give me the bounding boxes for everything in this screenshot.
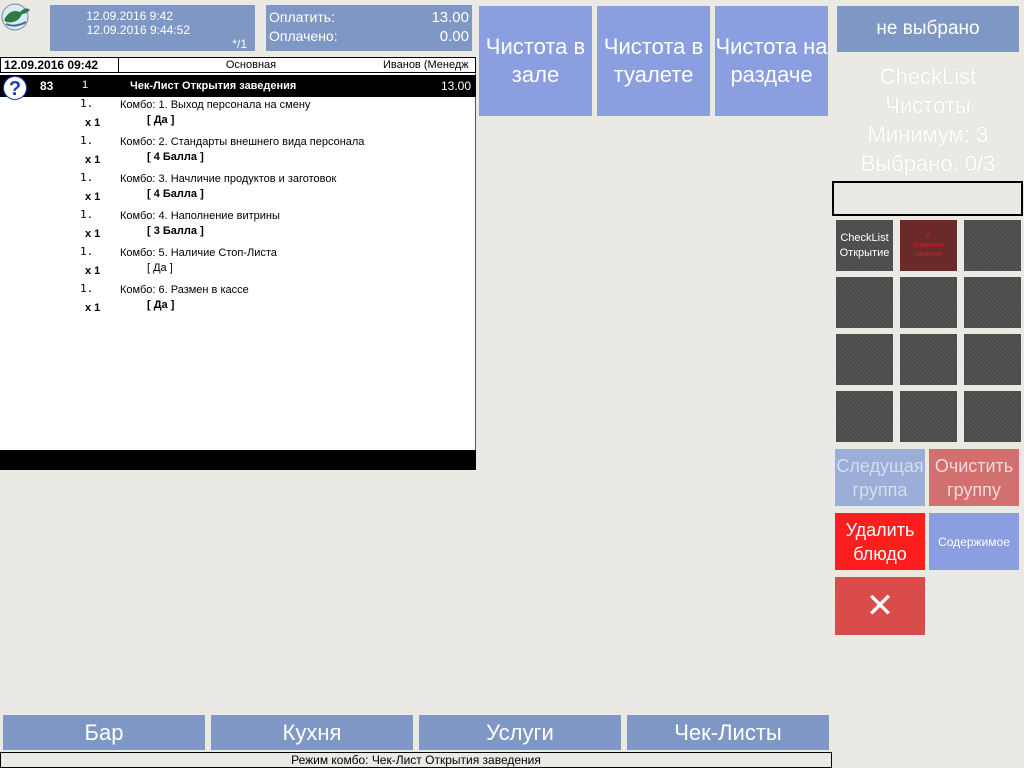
paid-label: Оплачено: bbox=[269, 28, 338, 44]
combo-item-qty: x 1 bbox=[85, 191, 101, 203]
tab-checklists[interactable]: Чек-Листы bbox=[627, 715, 829, 750]
delete-dish-button[interactable]: Удалить блюдо bbox=[835, 513, 925, 570]
next-group-button[interactable]: Следущая группа bbox=[835, 449, 925, 506]
combo-item[interactable]: 1. Комбо: 5. Наличие Стоп-Листа x 1 [ Да… bbox=[0, 245, 476, 282]
combo-item-name: Комбо: 5. Наличие Стоп-Листа bbox=[120, 247, 277, 259]
availability-line1: Р bbox=[926, 233, 931, 240]
empty-grid-button[interactable] bbox=[900, 334, 957, 385]
empty-grid-button[interactable] bbox=[964, 391, 1021, 442]
current-time: 12.09.2016 9:44:52 bbox=[86, 23, 190, 37]
checklist-open-line1: CheckList bbox=[840, 231, 889, 244]
paid-value: 0.00 bbox=[439, 28, 469, 45]
tab-bar[interactable]: Бар bbox=[3, 715, 205, 750]
order-footer-bar bbox=[0, 450, 476, 470]
availability-line3: наличие bbox=[914, 251, 943, 258]
checklist-minimum: Минимум: 3 bbox=[867, 122, 989, 147]
empty-grid-button[interactable] bbox=[964, 334, 1021, 385]
category-counter-cleanliness-button[interactable]: Чистота на раздаче bbox=[715, 6, 828, 116]
empty-grid-button[interactable] bbox=[964, 220, 1021, 271]
combo-item[interactable]: 1. Комбо: 4. Наполнение витрины x 1 [ 3 … bbox=[0, 208, 476, 245]
combo-item-name: Комбо: 6. Размен в кассе bbox=[120, 284, 249, 296]
checklist-subtitle: Чистоты bbox=[885, 93, 971, 118]
payment-panel: Оплатить: 13.00 Оплачено: 0.00 bbox=[266, 5, 472, 51]
combo-item-number: 1. bbox=[80, 245, 94, 258]
combo-item-name: Комбо: 3. Начличие продуктов и заготовок bbox=[120, 173, 337, 185]
combo-item-value: [ 4 Балла ] bbox=[147, 151, 204, 163]
combo-item-qty: x 1 bbox=[85, 265, 101, 277]
dish-qty: 1 bbox=[82, 79, 89, 91]
combo-item-qty: x 1 bbox=[85, 154, 101, 166]
app-logo bbox=[0, 0, 34, 34]
combo-item[interactable]: 1. Комбо: 6. Размен в кассе x 1 [ Да ] bbox=[0, 282, 476, 319]
combo-item[interactable]: 1. Комбо: 2. Стандарты внешнего вида пер… bbox=[0, 134, 476, 171]
order-open-time: 12.09.2016 9:42 bbox=[86, 9, 173, 23]
combo-item-value: [ 4 Балла ] bbox=[147, 188, 204, 200]
order-header: 12.09.2016 09:42 Основная Иванов (Менедж bbox=[0, 57, 476, 73]
order-panel[interactable]: 12.09.2016 09:42 Основная Иванов (Менедж… bbox=[0, 57, 476, 470]
order-date: 12.09.2016 09:42 bbox=[1, 58, 119, 72]
empty-grid-button[interactable] bbox=[836, 334, 893, 385]
tab-kitchen[interactable]: Кухня bbox=[211, 715, 413, 750]
content-button[interactable]: Содержимое bbox=[929, 513, 1019, 570]
dish-number: 83 bbox=[40, 79, 54, 93]
combo-item-value: [ 3 Балла ] bbox=[147, 225, 204, 237]
category-toilet-cleanliness-button[interactable]: Чистота в туалете bbox=[597, 6, 710, 116]
not-selected-button[interactable]: не выбрано bbox=[837, 6, 1019, 52]
category-hall-cleanliness-button[interactable]: Чистота в зале bbox=[479, 6, 592, 116]
combo-item[interactable]: 1. Комбо: 1. Выход персонала на смену x … bbox=[0, 97, 476, 134]
combo-item-number: 1. bbox=[80, 134, 94, 147]
combo-item-number: 1. bbox=[80, 97, 94, 110]
combo-item-value: [ Да ] bbox=[147, 114, 175, 126]
combo-item-qty: x 1 bbox=[85, 117, 101, 129]
checklist-title: CheckList bbox=[879, 64, 977, 89]
to-pay-label: Оплатить: bbox=[269, 9, 335, 25]
combo-item-number: 1. bbox=[80, 171, 94, 184]
combo-item-qty: x 1 bbox=[85, 228, 101, 240]
guests-count: */1 bbox=[232, 37, 247, 51]
availability-button[interactable]: Рставлено наличие bbox=[900, 220, 957, 271]
combo-item-name: Комбо: 2. Стандарты внешнего вида персон… bbox=[120, 136, 365, 148]
dish-name: Чек-Лист Открытия заведения bbox=[130, 80, 297, 92]
empty-grid-button[interactable] bbox=[836, 391, 893, 442]
order-time-panel: 12.09.2016 9:42 12.09.2016 9:44:52 */1 bbox=[50, 5, 255, 51]
combo-item-value: [ Да ] bbox=[147, 262, 173, 274]
order-type: Основная bbox=[225, 59, 277, 71]
status-bar: Режим комбо: Чек-Лист Открытия заведения bbox=[0, 752, 832, 768]
order-waiter: Иванов (Менедж bbox=[383, 59, 469, 71]
combo-item[interactable]: 1. Комбо: 3. Начличие продуктов и загото… bbox=[0, 171, 476, 208]
to-pay-value: 13.00 bbox=[431, 9, 469, 26]
search-input[interactable] bbox=[832, 181, 1023, 216]
checklist-info: CheckList Чистоты Минимум: 3 Выбрано: 0/… bbox=[833, 62, 1023, 178]
tab-services[interactable]: Услуги bbox=[419, 715, 621, 750]
combo-item-name: Комбо: 1. Выход персонала на смену bbox=[120, 99, 311, 111]
combo-item-number: 1. bbox=[80, 282, 94, 295]
combo-item-number: 1. bbox=[80, 208, 94, 221]
checklist-open-line2: Открытие bbox=[839, 246, 890, 259]
empty-grid-button[interactable] bbox=[836, 277, 893, 328]
clear-group-button[interactable]: Очистить группу bbox=[929, 449, 1019, 506]
dish-price: 13.00 bbox=[440, 79, 471, 93]
combo-item-value: [ Да ] bbox=[147, 299, 175, 311]
checklist-open-button[interactable]: CheckList Открытие bbox=[836, 220, 893, 271]
close-icon: ✕ bbox=[865, 587, 895, 625]
empty-grid-button[interactable] bbox=[900, 277, 957, 328]
order-dish-row[interactable]: ? 83 1 Чек-Лист Открытия заведения 13.00 bbox=[0, 75, 476, 100]
availability-line2: ставлено bbox=[913, 242, 944, 249]
close-button[interactable]: ✕ bbox=[835, 577, 925, 635]
combo-item-qty: x 1 bbox=[85, 302, 101, 314]
empty-grid-button[interactable] bbox=[900, 391, 957, 442]
checklist-selected: Выбрано: 0/3 bbox=[860, 151, 996, 176]
empty-grid-button[interactable] bbox=[964, 277, 1021, 328]
combo-item-name: Комбо: 4. Наполнение витрины bbox=[120, 210, 280, 222]
